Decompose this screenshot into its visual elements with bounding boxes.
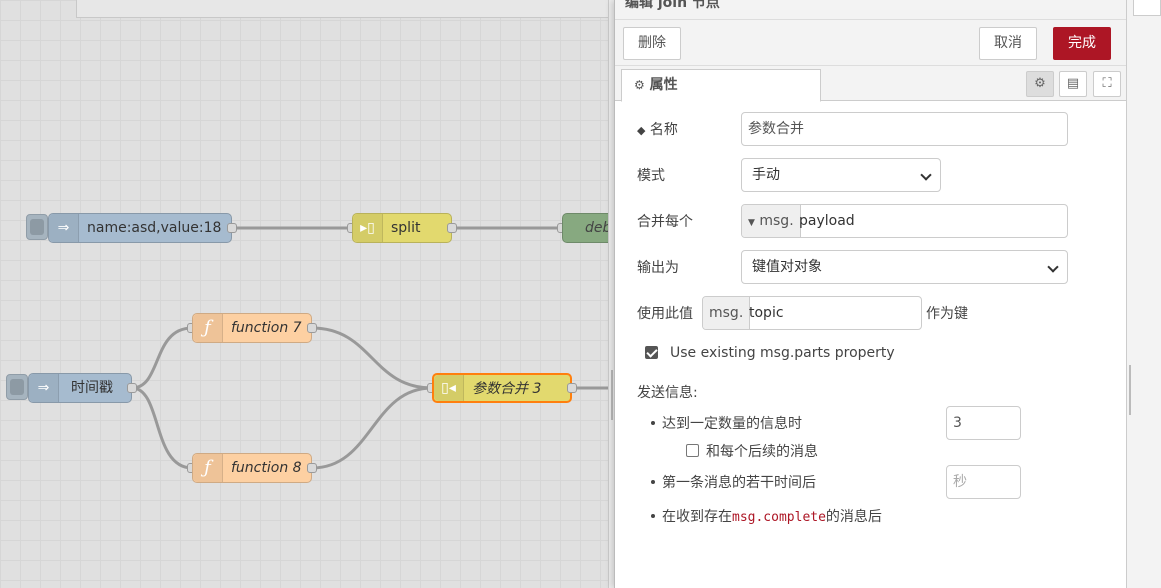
- wires: [131, 226, 610, 470]
- timeout-label: 第一条消息的若干时间后: [662, 475, 816, 491]
- output-port[interactable]: [127, 383, 137, 393]
- join-node[interactable]: ▯◂ 参数合并 3: [432, 373, 572, 403]
- count-label: 达到一定数量的信息时: [662, 416, 802, 432]
- inject-node[interactable]: ⇒ name:asd,value:18: [48, 213, 232, 243]
- wire-inject2-func7: [131, 326, 193, 390]
- arrow-right-icon: ⇒: [49, 214, 79, 242]
- document-icon: ▤: [1066, 76, 1080, 91]
- done-button[interactable]: 完成: [1053, 27, 1111, 60]
- splitter-grip[interactable]: [1129, 365, 1131, 415]
- gear-icon: ⚙: [1034, 76, 1046, 91]
- sidebar-tab[interactable]: [1133, 0, 1161, 16]
- tab-properties[interactable]: ⚙ 属性: [621, 69, 821, 102]
- function-node[interactable]: ƒ function 8: [192, 453, 312, 483]
- gear-icon: ⚙: [634, 78, 645, 92]
- description-tab-icon[interactable]: ▤: [1059, 71, 1087, 97]
- tag-icon: ◆: [637, 124, 646, 137]
- combine-typed-input[interactable]: ▼ msg. payload: [741, 204, 1068, 238]
- as-key-label: 作为键: [926, 306, 968, 322]
- function-icon: ƒ: [193, 454, 223, 482]
- mode-label: 模式: [637, 168, 665, 184]
- output-port[interactable]: [307, 323, 317, 333]
- key-value: topic: [749, 305, 784, 321]
- wire-func8-join: [311, 386, 433, 470]
- arrow-right-icon: ⇒: [29, 374, 59, 402]
- node-label: 时间戳: [71, 380, 113, 396]
- split-node[interactable]: ▸▯ split: [352, 213, 452, 243]
- inject-node[interactable]: ⇒ 时间戳: [28, 373, 132, 403]
- combine-value: payload: [799, 213, 855, 229]
- node-label: split: [391, 220, 421, 236]
- node-label: function 8: [231, 460, 302, 476]
- function-node[interactable]: ƒ function 7: [192, 313, 312, 343]
- output-port[interactable]: [227, 223, 237, 233]
- key-typed-input[interactable]: msg. topic: [702, 296, 922, 330]
- combine-label: 合并每个: [637, 214, 693, 230]
- output-select[interactable]: 键值对对象: [741, 250, 1068, 284]
- tab-label: 属性: [649, 77, 678, 93]
- output-port[interactable]: [447, 223, 457, 233]
- node-label: 参数合并 3: [472, 381, 542, 397]
- node-label: debug: [585, 220, 610, 236]
- tab-bar: ⚙ 属性 ⚙ ▤ ⛶: [615, 66, 1126, 102]
- appearance-tab-icon[interactable]: ⛶: [1093, 71, 1121, 97]
- bullet: [651, 480, 655, 484]
- use-parts-label: Use existing msg.parts property: [670, 345, 895, 361]
- frame-icon: ⛶: [1102, 76, 1112, 91]
- cancel-button[interactable]: 取消: [979, 27, 1037, 60]
- output-port[interactable]: [307, 463, 317, 473]
- split-icon: ▸▯: [353, 214, 383, 242]
- count-input[interactable]: 3: [946, 406, 1021, 440]
- type-selector[interactable]: ▼ msg.: [742, 205, 801, 237]
- subsequent-checkbox[interactable]: [686, 444, 699, 457]
- inject-trigger-button[interactable]: [26, 214, 48, 240]
- flow-canvas[interactable]: ⇒ name:asd,value:18 ▸▯ split debug ƒ fun…: [0, 0, 610, 588]
- debug-node[interactable]: debug: [562, 213, 610, 243]
- settings-tab-icon[interactable]: ⚙: [1026, 71, 1054, 97]
- type-prefix: msg.: [703, 297, 751, 329]
- output-label: 输出为: [637, 260, 679, 276]
- timeout-input[interactable]: 秒: [946, 465, 1021, 499]
- node-label: name:asd,value:18: [87, 220, 222, 236]
- inject-trigger-button[interactable]: [6, 374, 28, 400]
- panel-title: 编辑 join 节点: [615, 0, 1126, 20]
- use-parts-checkbox[interactable]: [645, 346, 658, 359]
- function-icon: ƒ: [193, 314, 223, 342]
- mode-select[interactable]: 手动: [741, 158, 941, 192]
- bullet: [651, 514, 655, 518]
- complete-code: msg.complete: [732, 510, 826, 525]
- delete-button[interactable]: 删除: [623, 27, 681, 60]
- node-label: function 7: [231, 320, 302, 336]
- subsequent-label: 和每个后续的消息: [706, 444, 818, 460]
- wire-inject2-func8: [131, 386, 193, 470]
- join-icon: ▯◂: [434, 375, 464, 401]
- send-section-label: 发送信息:: [637, 385, 698, 401]
- use-value-label: 使用此值: [637, 306, 693, 322]
- sidebar-strip: [1126, 0, 1161, 588]
- name-input[interactable]: 参数合并: [741, 112, 1068, 146]
- bullet: [651, 421, 655, 425]
- splitter-grip[interactable]: [611, 370, 613, 420]
- button-bar: 删除 取消 完成: [615, 20, 1126, 66]
- caret-down-icon: ▼: [748, 218, 755, 228]
- name-label: ◆ 名称: [637, 122, 678, 138]
- wire-func7-join: [311, 326, 433, 390]
- complete-label: 在收到存在msg.complete的消息后: [662, 509, 882, 525]
- output-port[interactable]: [567, 383, 577, 393]
- edit-panel: 编辑 join 节点 删除 取消 完成 ⚙ 属性 ⚙ ▤ ⛶ ◆ 名称 参数合并…: [614, 0, 1126, 588]
